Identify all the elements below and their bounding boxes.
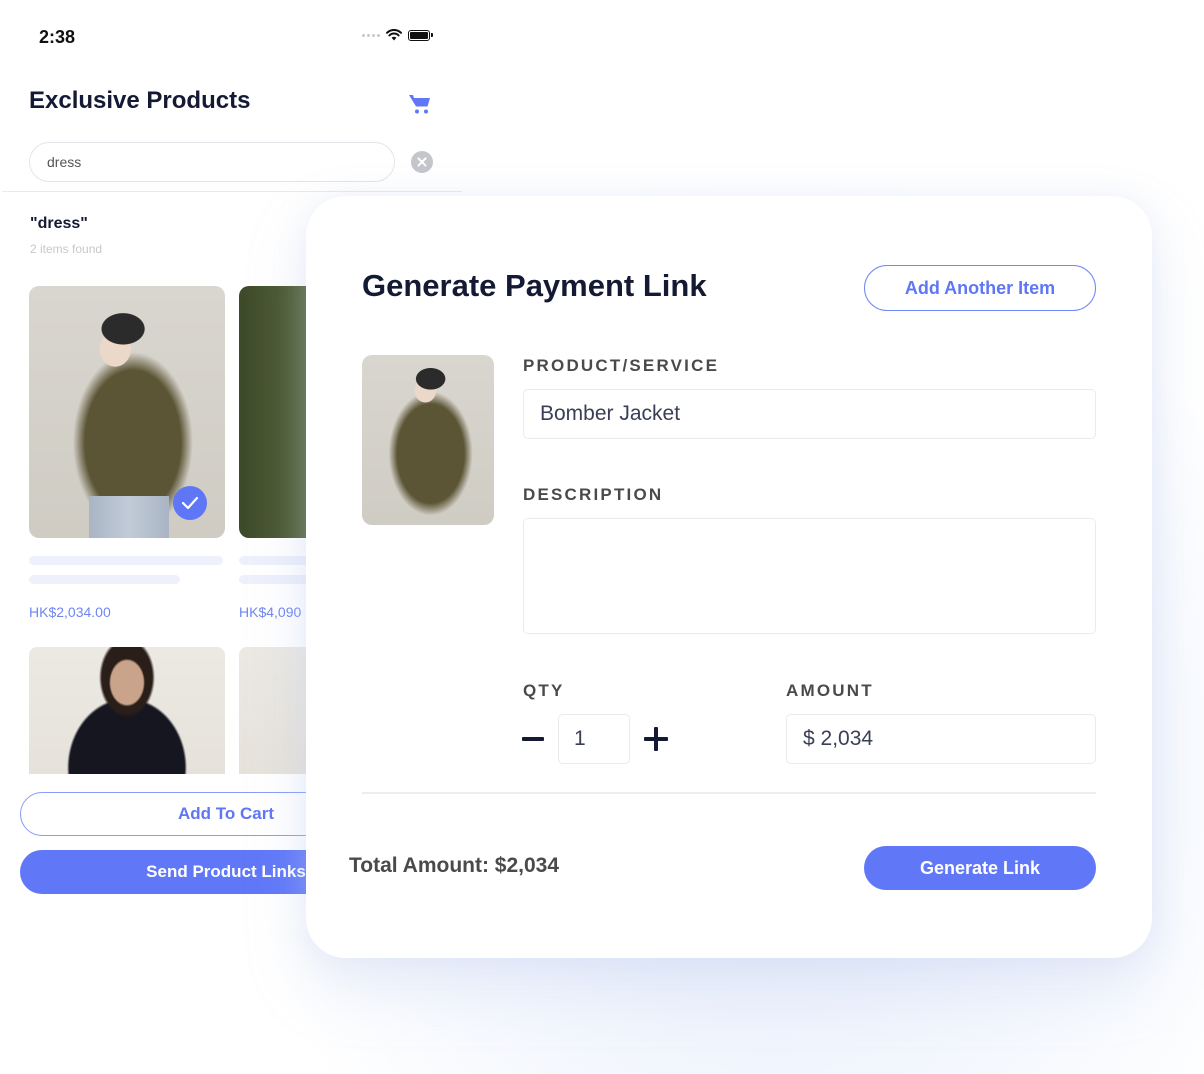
product-image: [29, 647, 225, 774]
status-time: 2:38: [39, 27, 76, 47]
product-thumbnail: [362, 355, 494, 525]
increment-qty-icon[interactable]: [644, 727, 668, 751]
product-price: HK$2,034.00: [29, 604, 111, 620]
page-title: Exclusive Products: [29, 87, 251, 114]
card-title: Generate Payment Link: [362, 268, 707, 303]
skeleton-line: [29, 556, 223, 565]
product-card[interactable]: HK$2,034.00: [29, 286, 225, 620]
amount-value: $ 2,034: [803, 727, 874, 750]
product-image: [29, 286, 225, 538]
search-query-label: "dress": [30, 215, 88, 232]
product-service-input[interactable]: Bomber Jacket: [523, 389, 1096, 439]
search-input-value: dress: [47, 154, 82, 170]
cart-icon[interactable]: [408, 92, 432, 116]
product-service-value: Bomber Jacket: [540, 402, 681, 425]
amount-label: AMOUNT: [786, 681, 874, 700]
decrement-qty-icon[interactable]: [522, 737, 544, 741]
header-divider: [2, 191, 462, 192]
skeleton-line: [29, 575, 180, 584]
description-label: DESCRIPTION: [523, 485, 664, 504]
status-icons: [362, 29, 433, 41]
description-textarea[interactable]: [523, 518, 1096, 634]
results-count: 2 items found: [30, 242, 103, 256]
amount-input[interactable]: $ 2,034: [786, 714, 1096, 764]
selected-check-icon: [173, 486, 207, 520]
generate-link-button[interactable]: Generate Link: [864, 846, 1096, 890]
add-another-item-button[interactable]: Add Another Item: [864, 265, 1096, 311]
qty-value: 1: [574, 727, 586, 750]
qty-label: QTY: [523, 681, 565, 700]
payment-link-card: Generate Payment Link Add Another Item P…: [306, 196, 1152, 958]
search-input[interactable]: dress: [29, 142, 395, 182]
total-amount: Total Amount: $2,034: [349, 854, 560, 877]
product-service-label: PRODUCT/SERVICE: [523, 356, 720, 375]
clear-search-icon[interactable]: [411, 151, 433, 173]
battery-icon: [408, 29, 433, 41]
wifi-icon: [386, 29, 402, 41]
card-divider: [362, 792, 1096, 794]
product-card[interactable]: [29, 647, 225, 774]
signal-icon: [362, 33, 380, 37]
qty-input[interactable]: 1: [558, 714, 630, 764]
